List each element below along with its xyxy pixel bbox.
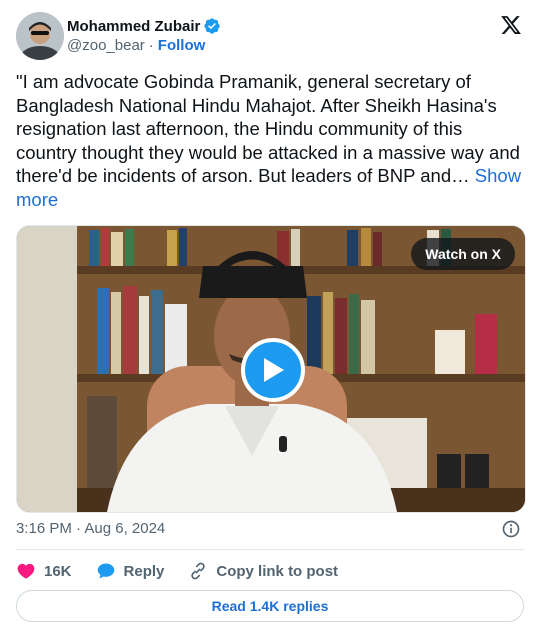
separator-dot: · [148,37,154,54]
embedded-post-card: Mohammed Zubair @zoo_bear · Follow "I am… [0,0,540,637]
read-replies-button[interactable]: Read 1.4K replies [16,590,524,622]
watch-on-x-button[interactable]: Watch on X [411,238,515,270]
action-bar: 16K Reply Copy link to post [16,558,362,584]
reply-bubble-icon [97,563,114,579]
handle-row: @zoo_bear · Follow [67,37,205,54]
reply-button[interactable]: Reply [96,561,165,581]
like-button[interactable]: 16K [16,561,72,581]
post-header: Mohammed Zubair @zoo_bear · Follow [16,12,524,60]
post-text: "I am advocate Gobinda Pramanik, general… [16,70,524,211]
play-button[interactable] [241,338,305,402]
play-icon [264,358,284,382]
copy-link-label: Copy link to post [216,562,339,580]
video-media[interactable]: Watch on X [16,225,526,513]
avatar[interactable] [16,12,64,60]
info-icon[interactable] [501,519,521,539]
likes-count: 16K [44,562,72,580]
reply-label: Reply [123,562,165,580]
link-icon [191,562,206,580]
read-replies-label: Read 1.4K replies [211,598,329,614]
heart-icon [17,563,35,579]
post-timestamp[interactable]: 3:16 PM · Aug 6, 2024 [16,520,165,537]
post-body: "I am advocate Gobinda Pramanik, general… [16,71,520,186]
author-name[interactable]: Mohammed Zubair [67,18,200,35]
name-row: Mohammed Zubair [67,16,221,36]
follow-button[interactable]: Follow [158,37,206,54]
author-handle[interactable]: @zoo_bear [67,37,145,54]
divider [16,549,524,550]
x-logo-icon[interactable] [500,14,522,36]
copy-link-button[interactable]: Copy link to post [188,561,338,581]
verified-badge-icon [204,18,221,34]
